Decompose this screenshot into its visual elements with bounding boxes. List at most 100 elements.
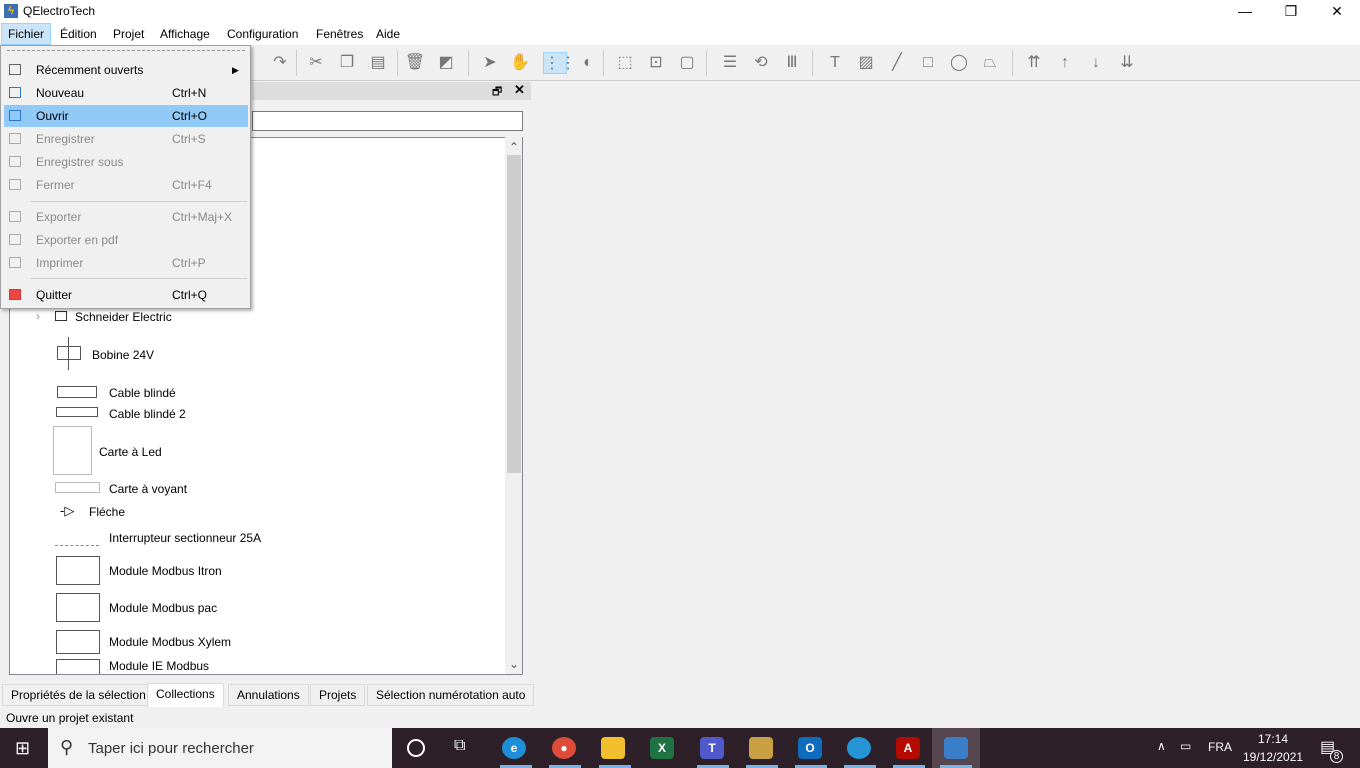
- edge-icon[interactable]: e: [502, 737, 526, 759]
- tree-item[interactable]: Module IE Modbus: [109, 659, 209, 673]
- line-icon[interactable]: ╱: [885, 52, 909, 74]
- menu-item-quitter[interactable]: Quitter Ctrl+Q: [4, 284, 248, 306]
- minimize-button[interactable]: —: [1222, 0, 1268, 23]
- tab-numerotation[interactable]: Sélection numérotation auto: [367, 684, 535, 706]
- teams-icon[interactable]: T: [700, 737, 724, 759]
- tab-annulations[interactable]: Annulations: [228, 684, 309, 706]
- zoom-reset-icon[interactable]: ▢: [675, 52, 699, 74]
- delete-icon[interactable]: 🗑: [403, 52, 427, 74]
- hand-icon[interactable]: ✋: [508, 52, 532, 74]
- coil-wire: [68, 337, 69, 370]
- scroll-down-icon[interactable]: ⌄: [509, 657, 519, 671]
- terminal-block-icon[interactable]: ☰: [718, 52, 742, 74]
- scroll-up-icon[interactable]: ⌃: [509, 140, 519, 154]
- tab-collections[interactable]: Collections: [147, 683, 224, 707]
- menu-edition[interactable]: Édition: [54, 23, 103, 45]
- menu-item-nouveau[interactable]: Nouveau Ctrl+N: [4, 82, 248, 104]
- file-explorer-icon[interactable]: [601, 737, 625, 759]
- menu-item-shortcut: Ctrl+N: [172, 86, 207, 100]
- grid-icon[interactable]: ⋮⋮: [543, 52, 576, 74]
- contrast-icon[interactable]: ◐: [576, 52, 600, 74]
- outlook-icon[interactable]: O: [798, 737, 822, 759]
- clock-date[interactable]: 19/12/2021: [1243, 750, 1303, 764]
- menu-item-imprimer[interactable]: Imprimer Ctrl+P: [4, 252, 248, 274]
- zoom-fit-icon[interactable]: ⬚: [613, 52, 637, 74]
- menu-item-enregistrer[interactable]: Enregistrer Ctrl+S: [4, 128, 248, 150]
- add-image-icon[interactable]: ▨: [854, 52, 878, 74]
- rotate-icon[interactable]: ◩: [434, 52, 458, 74]
- cut-icon[interactable]: ✂: [304, 52, 328, 74]
- chrome-icon[interactable]: ●: [552, 737, 576, 759]
- menu-aide[interactable]: Aide: [370, 23, 406, 45]
- menu-item-shortcut: Ctrl+F4: [172, 178, 212, 192]
- menu-projet[interactable]: Projet: [107, 23, 150, 45]
- power-icon[interactable]: ▭: [1180, 739, 1191, 753]
- tree-item[interactable]: Carte à Led: [99, 445, 162, 459]
- menu-fenetres[interactable]: Fenêtres: [310, 23, 369, 45]
- menu-separator: [31, 278, 247, 279]
- tray-chevron-icon[interactable]: ∧: [1157, 739, 1166, 753]
- menu-fichier[interactable]: Fichier: [1, 23, 52, 45]
- lower-icon[interactable]: ↓: [1084, 52, 1108, 74]
- add-text-icon[interactable]: T: [823, 52, 847, 74]
- app-icon[interactable]: [749, 737, 773, 759]
- excel-icon[interactable]: X: [650, 737, 674, 759]
- tree-item[interactable]: Module Modbus Itron: [109, 564, 222, 578]
- tree-item[interactable]: Carte à voyant: [109, 482, 187, 496]
- search-icon: ⚲: [60, 737, 74, 757]
- windows-start-icon[interactable]: ⊞: [15, 738, 30, 759]
- tree-item[interactable]: Module Modbus pac: [109, 601, 217, 615]
- menu-item-exporter-pdf[interactable]: Exporter en pdf: [4, 229, 248, 251]
- ellipse-icon[interactable]: ◯: [947, 52, 971, 74]
- task-view-icon[interactable]: ⧉: [454, 737, 465, 755]
- tab-proprietes[interactable]: Propriétés de la sélection: [2, 684, 155, 706]
- tearoff-line[interactable]: [7, 50, 245, 51]
- menu-affichage[interactable]: Affichage: [154, 23, 216, 45]
- conductor-icon[interactable]: ⟲: [749, 52, 773, 74]
- tree-item[interactable]: Cable blindé 2: [109, 407, 186, 421]
- paste-icon[interactable]: ▤: [366, 52, 390, 74]
- copy-icon[interactable]: ❐: [335, 52, 359, 74]
- folder-icon: [55, 311, 67, 321]
- tree-item[interactable]: Module Modbus Xylem: [109, 635, 231, 649]
- collection-filter-input[interactable]: [252, 111, 523, 131]
- cortana-icon[interactable]: [407, 739, 425, 757]
- raise-icon[interactable]: ↑: [1053, 52, 1077, 74]
- acrobat-icon[interactable]: A: [896, 737, 920, 759]
- language-indicator[interactable]: FRA: [1208, 740, 1232, 754]
- close-button[interactable]: ✕: [1314, 0, 1360, 23]
- menu-item-recent[interactable]: Récemment ouverts ▶: [4, 59, 248, 81]
- column-icon[interactable]: Ⅲ: [780, 52, 804, 74]
- menu-item-exporter[interactable]: Exporter Ctrl+Maj+X: [4, 206, 248, 228]
- new-project-icon: [9, 87, 21, 98]
- tab-projets[interactable]: Projets: [310, 684, 366, 706]
- tree-item[interactable]: Bobine 24V: [92, 348, 154, 362]
- expand-chevron-icon[interactable]: ›: [36, 309, 40, 323]
- search-placeholder[interactable]: Taper ici pour rechercher: [88, 740, 254, 757]
- tree-item[interactable]: Cable blindé: [109, 386, 176, 400]
- print-icon: [9, 257, 21, 268]
- menu-item-fermer[interactable]: Fermer Ctrl+F4: [4, 174, 248, 196]
- app-cloud-icon[interactable]: [847, 737, 871, 759]
- zoom-content-icon[interactable]: ⊡: [644, 52, 668, 74]
- clock-time[interactable]: 17:14: [1258, 732, 1288, 746]
- send-back-icon[interactable]: ⇊: [1115, 52, 1139, 74]
- modbus-module-icon: [56, 593, 100, 622]
- redo-icon[interactable]: ↷: [268, 52, 292, 74]
- pdf-icon: [9, 234, 21, 245]
- bring-front-icon[interactable]: ⇈: [1022, 52, 1046, 74]
- menu-item-ouvrir[interactable]: Ouvrir Ctrl+O: [4, 105, 248, 127]
- tree-item[interactable]: Fléche: [89, 505, 125, 519]
- tree-folder[interactable]: Schneider Electric: [75, 310, 172, 324]
- separator: [603, 50, 604, 76]
- select-pointer-icon[interactable]: ➤: [478, 52, 502, 74]
- rectangle-icon[interactable]: □: [916, 52, 940, 74]
- menu-configuration[interactable]: Configuration: [221, 23, 304, 45]
- scrollbar-thumb[interactable]: [507, 155, 521, 473]
- tree-item[interactable]: Interrupteur sectionneur 25A: [109, 531, 261, 545]
- restore-button[interactable]: ❐: [1268, 0, 1314, 23]
- dock-close-icon[interactable]: ✕: [514, 82, 525, 98]
- menu-item-enregistrer-sous[interactable]: Enregistrer sous: [4, 151, 248, 173]
- polygon-icon[interactable]: ⏢: [978, 52, 1002, 74]
- dock-float-icon[interactable]: 🗗: [492, 83, 502, 102]
